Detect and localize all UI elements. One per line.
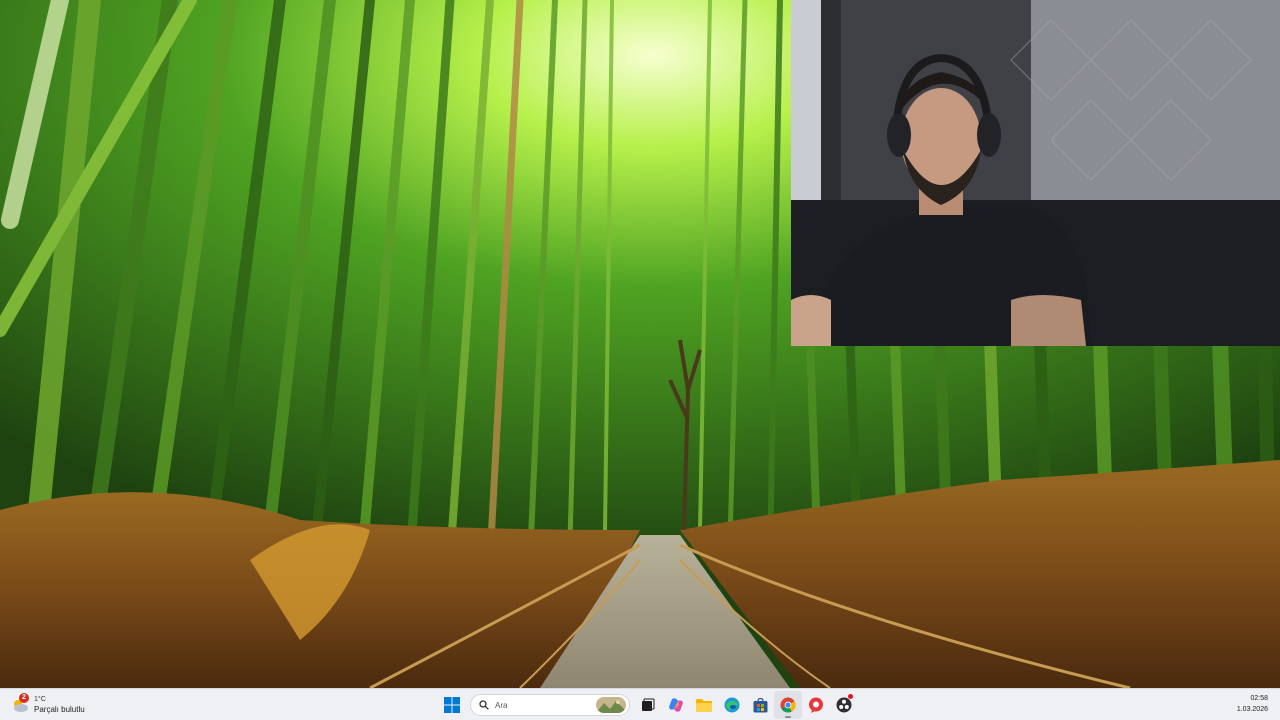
- taskbar-center-apps: Ara: [438, 691, 858, 719]
- chrome-active-indicator: [785, 716, 791, 718]
- folder-icon: [696, 699, 712, 712]
- webcam-feed-image: [791, 0, 1280, 346]
- taskbar-search-box[interactable]: Ara: [470, 694, 630, 716]
- taskbar: 2 1°C Parçalı bulutlu Ara 02:58 1.03.202…: [0, 688, 1280, 720]
- search-icon: [479, 700, 489, 710]
- windows-logo-icon: [444, 697, 460, 713]
- chat-app-button[interactable]: [802, 691, 830, 719]
- weather-notification-badge: 2: [19, 693, 29, 703]
- chrome-button[interactable]: [774, 691, 802, 719]
- recording-indicator: [848, 694, 853, 699]
- search-placeholder: Ara: [495, 700, 508, 710]
- webcam-overlay: [791, 0, 1280, 346]
- start-button[interactable]: [438, 691, 466, 719]
- weather-condition: Parçalı bulutlu: [34, 705, 85, 714]
- obs-button[interactable]: [830, 691, 858, 719]
- system-clock[interactable]: 02:58 1.03.2026: [1237, 693, 1268, 715]
- search-highlight-image: [596, 697, 626, 713]
- weather-temperature: 1°C: [34, 696, 46, 703]
- copilot-icon: [669, 698, 683, 712]
- weather-cloud-icon: 2: [10, 693, 30, 715]
- clock-time: 02:58: [1250, 695, 1268, 702]
- store-icon: [753, 697, 767, 712]
- task-view-button[interactable]: [634, 691, 662, 719]
- weather-widget[interactable]: 2 1°C Parçalı bulutlu: [10, 691, 130, 719]
- file-explorer-button[interactable]: [690, 691, 718, 719]
- store-button[interactable]: [746, 691, 774, 719]
- copilot-button[interactable]: [662, 691, 690, 719]
- edge-icon: [724, 697, 740, 713]
- edge-button[interactable]: [718, 691, 746, 719]
- chat-icon: [809, 697, 823, 713]
- task-view-icon: [642, 698, 655, 711]
- obs-icon: [836, 697, 852, 713]
- chrome-icon: [780, 697, 796, 713]
- clock-date: 1.03.2026: [1236, 706, 1268, 713]
